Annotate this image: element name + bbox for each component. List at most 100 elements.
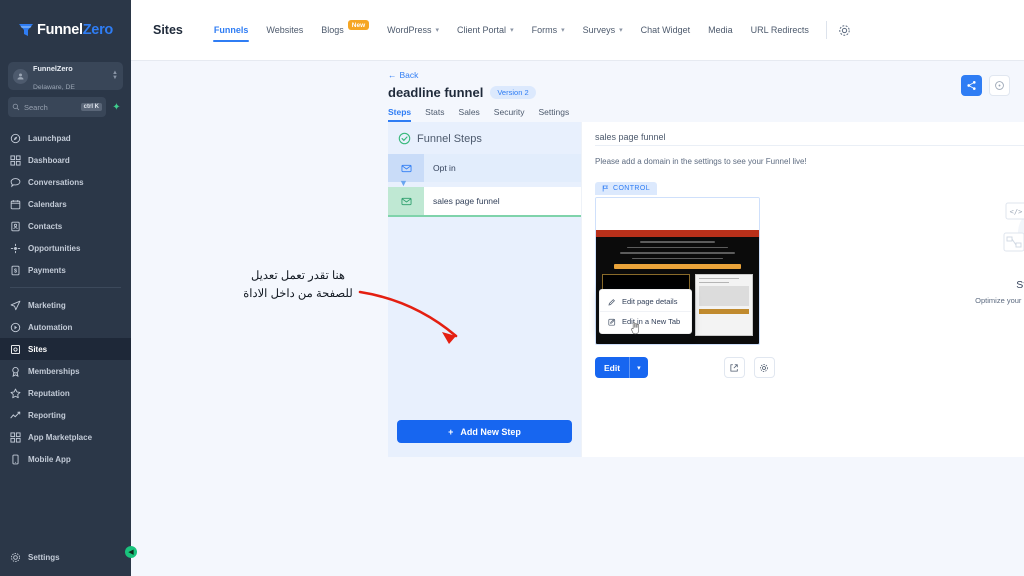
chevron-down-icon: ▾: [619, 27, 623, 34]
help-circle-icon[interactable]: [989, 75, 1010, 96]
tab-blogs[interactable]: Blogs New: [312, 10, 378, 50]
tab-chat-widget[interactable]: Chat Widget: [632, 10, 700, 50]
back-label: Back: [399, 70, 419, 80]
sidebar-item-sites[interactable]: Sites: [0, 338, 131, 360]
sidebar-item-label: Sites: [28, 344, 48, 354]
sidebar-item-dashboard[interactable]: Dashboard: [0, 149, 131, 171]
sidebar-item-launchpad[interactable]: Launchpad: [0, 127, 131, 149]
chevron-down-icon[interactable]: ▾: [630, 364, 648, 372]
calendar-icon: [10, 199, 21, 210]
version-badge[interactable]: Version 2: [490, 86, 536, 99]
tab-surveys[interactable]: Surveys ▾: [574, 10, 632, 50]
sidebar-item-label: Automation: [28, 322, 73, 332]
sidebar-item-automation[interactable]: Automation: [0, 316, 131, 338]
step-item-sales-page-funnel[interactable]: sales page funnel: [388, 187, 581, 215]
sidebar-item-mobile-app[interactable]: Mobile App: [0, 448, 131, 470]
sidebar-item-settings[interactable]: Settings: [0, 546, 131, 568]
flag-icon: [602, 185, 609, 192]
sidebar-item-reputation[interactable]: Reputation: [0, 382, 131, 404]
sidebar-item-conversations[interactable]: Conversations: [0, 171, 131, 193]
tab-label: Client Portal: [457, 25, 507, 35]
edit-button-label: Edit: [604, 362, 621, 373]
tab-funnels[interactable]: Funnels: [205, 10, 258, 50]
tab-steps[interactable]: Steps: [388, 107, 420, 122]
org-name: FunnelZero: [33, 63, 73, 73]
control-column: CONTROL Edit page details Edit in a New …: [595, 179, 970, 378]
plus-icon: +: [448, 426, 454, 437]
menu-item-edit-in-new-tab[interactable]: Edit in a New Tab: [600, 311, 691, 335]
tab-label: Chat Widget: [640, 25, 691, 35]
funnel-name: deadline funnel: [388, 85, 484, 100]
main-area: Sites Funnels Websites Blogs New WordPre…: [131, 0, 1024, 576]
share-button[interactable]: [961, 75, 982, 96]
thumb-text-line: [620, 252, 735, 254]
tab-label: Sales: [458, 107, 480, 117]
edit-button[interactable]: Edit ▾: [595, 357, 648, 378]
sites-icon: [10, 344, 21, 355]
brand-logo-wrap[interactable]: FunnelZero: [0, 0, 131, 60]
open-in-new-tab-button[interactable]: [723, 357, 745, 378]
tab-client-portal[interactable]: Client Portal ▾: [448, 10, 523, 50]
tab-label: Funnels: [213, 25, 249, 35]
tab-settings[interactable]: Settings: [539, 107, 579, 122]
thumb-white-area: [596, 198, 759, 230]
tab-websites[interactable]: Websites: [257, 10, 312, 50]
step-detail-title: sales page funnel: [595, 132, 666, 142]
sidebar-search-row: Search ctrl K ✦: [8, 97, 123, 117]
sidebar-item-label: Memberships: [28, 366, 80, 376]
sidebar-item-memberships[interactable]: Memberships: [0, 360, 131, 382]
control-tag: CONTROL: [595, 182, 658, 195]
step-item-opt-in[interactable]: Opt in: [388, 154, 581, 182]
sidebar-item-reporting[interactable]: Reporting: [0, 404, 131, 426]
search-input[interactable]: Search ctrl K: [8, 97, 106, 117]
tab-url-redirects[interactable]: URL Redirects: [742, 10, 818, 50]
divider: [595, 145, 1024, 146]
tab-label: Media: [708, 25, 733, 35]
tab-forms[interactable]: Forms ▾: [523, 10, 574, 50]
variant-row: CONTROL Edit page details Edit in a New …: [595, 179, 1024, 378]
split-test-column: </> S Optimize your: [970, 179, 1024, 378]
sidebar-item-label: Opportunities: [28, 243, 81, 253]
thumb-form-block: [695, 274, 753, 336]
funnel-tabs: Steps Stats Sales Security Settings: [388, 107, 1024, 122]
brand-text-blue: Zero: [82, 22, 114, 38]
tab-sales[interactable]: Sales: [459, 107, 489, 122]
sidebar-item-calendars[interactable]: Calendars: [0, 193, 131, 215]
sidebar-item-opportunities[interactable]: Opportunities: [0, 237, 131, 259]
sidebar-collapse-button[interactable]: ◀: [125, 546, 137, 558]
sidebar-item-app-marketplace[interactable]: App Marketplace: [0, 426, 131, 448]
chat-icon: [10, 177, 21, 188]
tab-label: Security: [493, 107, 525, 117]
org-switcher[interactable]: FunnelZero Delaware, DE ▲ ▼: [8, 62, 123, 91]
sidebar-item-label: Contacts: [28, 221, 63, 231]
tab-stats[interactable]: Stats: [425, 107, 453, 122]
sidebar-item-contacts[interactable]: Contacts: [0, 215, 131, 237]
tab-security[interactable]: Security: [494, 107, 534, 122]
sidebar-item-marketing[interactable]: Marketing: [0, 294, 131, 316]
sidebar-item-label: App Marketplace: [28, 432, 93, 442]
sidebar-item-label: Dashboard: [28, 155, 70, 165]
tab-media[interactable]: Media: [699, 10, 742, 50]
tab-wordpress[interactable]: WordPress ▾: [378, 10, 448, 50]
chevron-down-icon: ▾: [561, 27, 565, 34]
sparkle-ai-icon[interactable]: ✦: [110, 101, 123, 114]
gear-icon[interactable]: [835, 20, 855, 40]
org-info: FunnelZero Delaware, DE: [33, 58, 75, 95]
gear-icon: [10, 552, 21, 563]
envelope-icon: [388, 187, 424, 215]
page-settings-button[interactable]: [753, 357, 775, 378]
thumb-text-line: [640, 241, 715, 243]
step-active-underline: [388, 215, 581, 217]
chevron-up-down-icon: ▲ ▼: [112, 70, 118, 81]
add-new-step-button[interactable]: + Add New Step: [397, 420, 572, 443]
preview-icon-buttons: [723, 357, 775, 378]
thumb-text-line: [631, 257, 724, 259]
sidebar-item-payments[interactable]: $ Payments: [0, 259, 131, 281]
add-step-label: Add New Step: [460, 426, 521, 437]
back-link[interactable]: ← Back: [388, 70, 1024, 80]
menu-item-edit-page-details[interactable]: Edit page details: [600, 292, 691, 311]
search-shortcut: ctrl K: [80, 103, 102, 111]
page-title: Sites: [153, 23, 183, 37]
header-actions: [961, 75, 1010, 96]
funnel-header: ← Back deadline funnel Version 2 Steps S…: [131, 61, 1024, 122]
